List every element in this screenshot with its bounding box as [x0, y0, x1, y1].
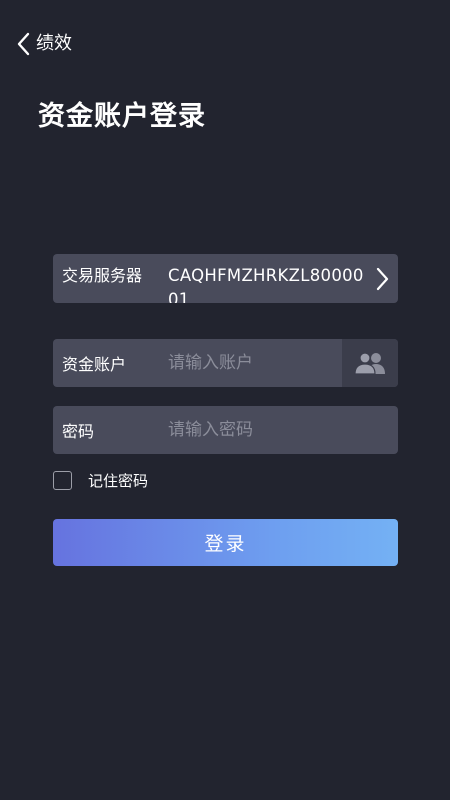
- users-icon[interactable]: [342, 339, 398, 387]
- login-button[interactable]: 登录: [53, 519, 398, 566]
- page-title: 资金账户登录: [38, 101, 206, 132]
- server-value-container: CAQHFMZHRKZL8000001: [168, 254, 368, 303]
- chevron-left-icon: [16, 32, 30, 56]
- password-label: 密码: [62, 422, 95, 441]
- back-label: 绩效: [36, 33, 72, 54]
- chevron-right-icon[interactable]: [368, 254, 398, 303]
- password-field-row: 密码: [53, 406, 398, 454]
- account-field-row: 资金账户: [53, 339, 398, 387]
- server-value: CAQHFMZHRKZL8000001: [168, 266, 364, 303]
- header-bar: 绩效: [0, 22, 450, 66]
- remember-password-toggle[interactable]: 记住密码: [53, 469, 148, 491]
- server-selector[interactable]: 交易服务器 CAQHFMZHRKZL8000001: [53, 254, 398, 303]
- remember-label: 记住密码: [88, 471, 149, 490]
- server-label: 交易服务器: [62, 266, 143, 285]
- account-label: 资金账户: [62, 355, 127, 374]
- password-input[interactable]: [168, 406, 398, 454]
- back-button[interactable]: 绩效: [16, 22, 72, 66]
- account-input[interactable]: [168, 339, 342, 387]
- remember-checkbox[interactable]: [53, 470, 72, 490]
